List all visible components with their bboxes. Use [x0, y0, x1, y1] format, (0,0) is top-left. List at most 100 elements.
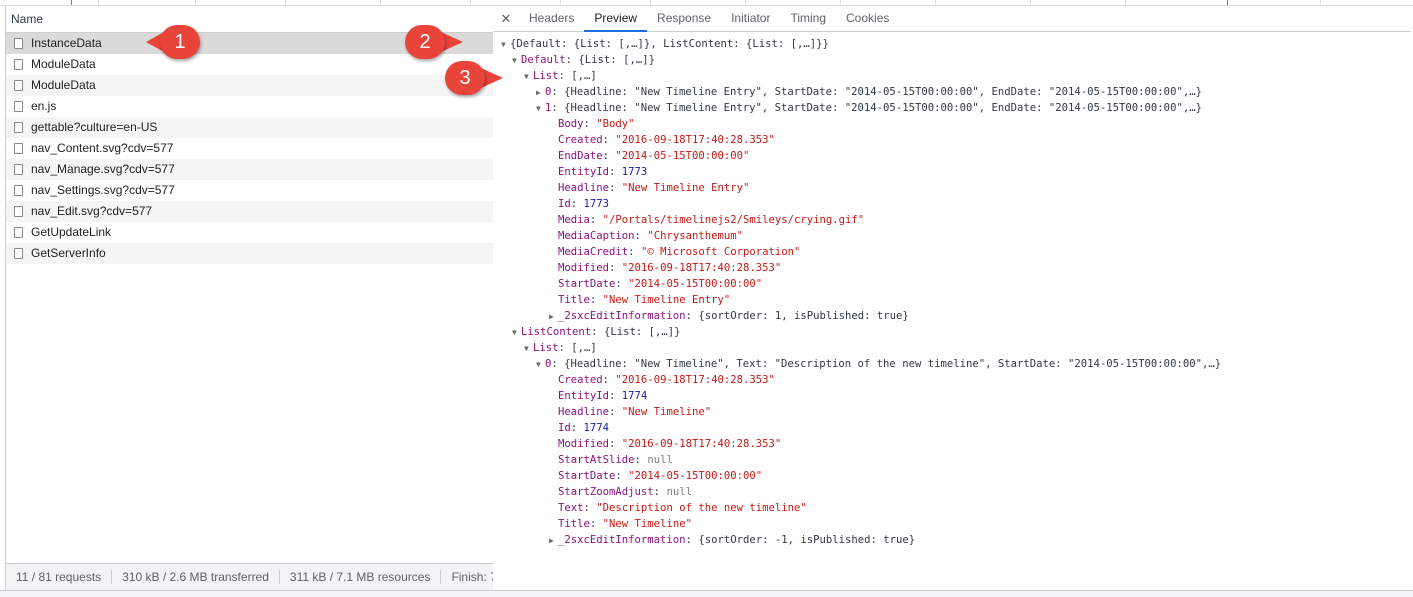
expanded-triangle-icon[interactable]: ▼ [512, 53, 521, 69]
document-icon [14, 164, 23, 175]
json-key: ListContent [521, 326, 592, 338]
callout-number: 1 [160, 25, 200, 59]
json-value: {Headline: "New Timeline Entry", StartDa… [564, 86, 1202, 98]
tab-cookies[interactable]: Cookies [836, 6, 899, 31]
json-tree-line: Media: "/Portals/timelinejs2/Smileys/cry… [558, 214, 865, 226]
request-list-pane: Name InstanceData ModuleData ModuleData en.… [5, 6, 494, 591]
document-icon [14, 101, 23, 112]
tab-preview[interactable]: Preview [584, 6, 647, 32]
expanded-triangle-icon[interactable]: ▼ [524, 341, 533, 357]
json-tree-line: MediaCaption: "Chrysanthemum" [558, 230, 743, 242]
request-name: nav_Edit.svg?cdv=577 [31, 204, 153, 218]
details-tabbar: ✕ Headers Preview Response Initiator Timing C… [493, 6, 1411, 32]
collapsed-triangle-icon[interactable]: ▶ [549, 533, 558, 549]
document-icon [14, 227, 23, 238]
json-value: "2014-05-15T00:00:00" [628, 278, 763, 290]
json-key: Media [558, 214, 590, 226]
json-value: "Description of the new timeline" [596, 502, 807, 514]
request-row[interactable]: GetServerInfo [6, 243, 493, 264]
document-icon [14, 206, 23, 217]
timeline-tick [1227, 0, 1228, 5]
tab-initiator[interactable]: Initiator [721, 6, 780, 31]
expanded-triangle-icon[interactable]: ▼ [536, 357, 545, 373]
request-name: GetUpdateLink [31, 225, 112, 239]
request-row[interactable]: nav_Content.svg?cdv=577 [6, 138, 493, 159]
json-key: EntityId [558, 390, 610, 402]
json-tree-line[interactable]: ▼ List: [,…] [524, 68, 597, 84]
json-value: {List: [,…]} [578, 54, 655, 66]
expanded-triangle-icon[interactable]: ▼ [501, 37, 510, 53]
json-tree-line[interactable]: ▼ ListContent: {List: [,…]} [512, 324, 680, 340]
json-tree-line[interactable]: ▶ 0: {Headline: "New Timeline Entry", Sta… [536, 84, 1202, 100]
request-row[interactable]: GetUpdateLink [6, 222, 493, 243]
json-tree-line[interactable]: ▼ 0: {Headline: "New Timeline", Text: "De… [536, 356, 1221, 372]
json-value: "2014-05-15T00:00:00" [615, 150, 750, 162]
transferred-size: 310 kB / 2.6 MB transferred [112, 570, 280, 584]
json-tree-line: EndDate: "2014-05-15T00:00:00" [558, 150, 750, 162]
callout-number: 3 [445, 61, 485, 95]
timeline-tick [1125, 0, 1126, 5]
request-details-pane: ✕ Headers Preview Response Initiator Timing C… [493, 6, 1411, 590]
json-tree-line: Modified: "2016-09-18T17:40:28.353" [558, 262, 782, 274]
json-value: "/Portals/timelinejs2/Smileys/crying.gif… [602, 214, 865, 226]
json-tree-line: Body: "Body" [558, 118, 635, 130]
collapsed-triangle-icon[interactable]: ▶ [536, 85, 545, 101]
json-tree-line: Headline: "New Timeline" [558, 406, 712, 418]
json-key: StartDate [558, 278, 616, 290]
json-value: "Body" [596, 118, 635, 130]
timeline-tick [195, 0, 196, 5]
json-tree-line[interactable]: ▼ 1: {Headline: "New Timeline Entry", Sta… [536, 100, 1202, 116]
json-tree-line[interactable]: ▼ List: [,…] [524, 340, 597, 356]
finish-time: Finish: 7.4 [451, 570, 493, 584]
json-key: Created [558, 134, 603, 146]
json-key: MediaCaption [558, 230, 635, 242]
request-row[interactable]: ModuleData [6, 75, 493, 96]
json-tree-line[interactable]: ▶ _2sxcEditInformation: {sortOrder: -1, i… [549, 532, 915, 548]
json-tree-line: StartAtSlide: null [558, 454, 673, 466]
request-row[interactable]: gettable?culture=en-US [6, 117, 493, 138]
json-value: 1773 [621, 166, 648, 178]
expanded-triangle-icon[interactable]: ▼ [536, 101, 545, 117]
json-value: {sortOrder: 1, isPublished: true} [698, 310, 909, 322]
request-row[interactable]: nav_Edit.svg?cdv=577 [6, 201, 493, 222]
expanded-triangle-icon[interactable]: ▼ [524, 69, 533, 85]
json-key: List [533, 342, 559, 354]
callout-number: 2 [405, 25, 445, 59]
json-value: "2014-05-15T00:00:00" [628, 470, 763, 482]
json-key: Headline [558, 182, 610, 194]
json-key: Default [521, 54, 566, 66]
requests-count: 11 / 81 requests [6, 570, 113, 584]
request-name: nav_Content.svg?cdv=577 [31, 141, 174, 155]
request-name: ModuleData [31, 57, 96, 71]
collapsed-triangle-icon[interactable]: ▶ [549, 309, 558, 325]
json-tree-line[interactable]: ▶ _2sxcEditInformation: {sortOrder: 1, is… [549, 308, 909, 324]
json-key: List [533, 70, 559, 82]
request-row[interactable]: nav_Settings.svg?cdv=577 [6, 180, 493, 201]
json-value: {Default: {List: [,…]}, ListContent: {Li… [510, 38, 829, 50]
json-tree-line: Id: 1773 [558, 198, 610, 210]
tab-timing[interactable]: Timing [780, 6, 836, 31]
json-tree-line: Title: "New Timeline Entry" [558, 294, 731, 306]
close-details-icon[interactable]: ✕ [493, 6, 519, 31]
json-value: "2016-09-18T17:40:28.353" [621, 438, 782, 450]
document-icon [14, 80, 23, 91]
request-row[interactable]: nav_Manage.svg?cdv=577 [6, 159, 493, 180]
json-key: StartZoomAdjust [558, 486, 654, 498]
tab-headers[interactable]: Headers [519, 6, 584, 31]
json-tree-line[interactable]: ▼ Default: {List: [,…]} [512, 52, 655, 68]
json-value: "New Timeline" [602, 518, 692, 530]
json-tree-line: EntityId: 1773 [558, 166, 648, 178]
json-tree-line[interactable]: ▼ {Default: {List: [,…]}, ListContent: {L… [501, 36, 829, 52]
expanded-triangle-icon[interactable]: ▼ [512, 325, 521, 341]
tab-response[interactable]: Response [647, 6, 721, 31]
json-value: "Chrysanthemum" [647, 230, 743, 242]
request-name: nav_Settings.svg?cdv=577 [31, 183, 175, 197]
json-key: StartAtSlide [558, 454, 635, 466]
json-value: "2016-09-18T17:40:28.353" [621, 262, 782, 274]
request-row[interactable]: en.js [6, 96, 493, 117]
json-key: Modified [558, 262, 610, 274]
request-name: en.js [31, 99, 57, 113]
timeline-tick [1030, 0, 1031, 5]
request-name: InstanceData [31, 36, 102, 50]
json-value: null [647, 454, 673, 466]
